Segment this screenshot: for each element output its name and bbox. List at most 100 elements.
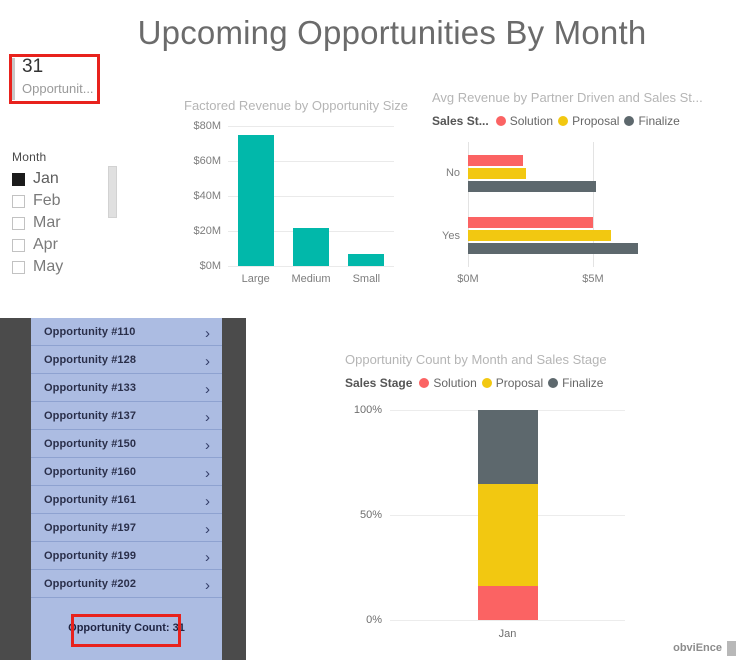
x-axis-tick-label: $5M: [582, 273, 604, 285]
list-item[interactable]: Opportunity #110 ›: [31, 318, 222, 346]
list-item[interactable]: Opportunity #137 ›: [31, 402, 222, 430]
chevron-right-icon[interactable]: ›: [205, 326, 210, 341]
chart-plot-area: $0M $5M No Yes: [442, 142, 693, 285]
y-axis-tick-label: $40M: [193, 190, 221, 202]
legend-label: Solution: [433, 376, 477, 390]
chevron-right-icon[interactable]: ›: [205, 578, 210, 593]
watermark-label: obviEnce: [673, 642, 722, 654]
legend-title: Sales St...: [432, 114, 489, 128]
chevron-right-icon[interactable]: ›: [205, 550, 210, 565]
list-rows-container: Opportunity #110 › Opportunity #128 › Opport…: [31, 318, 222, 660]
bar-medium[interactable]: [293, 227, 329, 266]
list-item[interactable]: Opportunity #161 ›: [31, 486, 222, 514]
month-slicer[interactable]: Month Jan Feb Mar Apr May: [12, 150, 117, 295]
legend-label: Solution: [509, 114, 554, 128]
slicer-item-mar[interactable]: Mar: [12, 212, 117, 234]
legend-color-dot: [624, 116, 635, 126]
opportunity-count-label: Opportunity Count: 31: [68, 622, 185, 634]
chevron-right-icon[interactable]: ›: [205, 494, 210, 509]
list-item[interactable]: Opportunity #202 ›: [31, 570, 222, 598]
bar-yes-solution[interactable]: [468, 217, 593, 229]
slicer-item-feb[interactable]: Feb: [12, 190, 117, 212]
chart-legend[interactable]: Sales St... Solution Proposal Finalize: [432, 114, 680, 128]
legend-item-solution[interactable]: Solution: [495, 114, 554, 128]
y-axis-tick-label: $60M: [193, 155, 221, 167]
legend-label: Finalize: [562, 376, 604, 390]
chevron-right-icon[interactable]: ›: [205, 466, 210, 481]
chevron-right-icon[interactable]: ›: [205, 382, 210, 397]
y-axis-tick-label: $20M: [193, 225, 221, 237]
checkbox-icon[interactable]: [12, 194, 25, 208]
slicer-scrollbar-thumb[interactable]: [108, 166, 117, 218]
legend-item-proposal[interactable]: Proposal: [558, 114, 619, 128]
chart-title: Opportunity Count by Month and Sales Sta…: [345, 352, 607, 367]
slicer-item-label: Jan: [33, 170, 59, 187]
legend-color-dot: [495, 116, 506, 126]
legend-item-proposal[interactable]: Proposal: [481, 376, 544, 390]
opportunity-count-footer: Opportunity Count: 31: [31, 598, 222, 658]
slicer-item-apr[interactable]: Apr: [12, 234, 117, 256]
gridline: [390, 620, 625, 621]
legend-item-finalize[interactable]: Finalize: [548, 376, 603, 390]
chevron-right-icon[interactable]: ›: [205, 410, 210, 425]
bar-no-finalize[interactable]: [468, 180, 596, 192]
checkbox-icon[interactable]: [12, 216, 25, 230]
y-axis-tick-label: 100%: [353, 404, 382, 416]
slicer-item-label: Mar: [33, 214, 61, 231]
slicer-item-label: May: [33, 258, 64, 275]
legend-color-dot: [558, 116, 569, 126]
bar-no-solution[interactable]: [468, 154, 523, 166]
list-scrollbar-panel[interactable]: [222, 318, 246, 660]
bar-yes-finalize[interactable]: [468, 243, 638, 255]
x-axis-tick-label: Large: [241, 273, 270, 285]
checkbox-icon[interactable]: [12, 238, 25, 252]
chart-opportunity-count[interactable]: Opportunity Count by Month and Sales Sta…: [340, 352, 640, 647]
y-axis-tick-label: 0%: [366, 614, 382, 626]
page-title: Upcoming Opportunities By Month: [137, 14, 647, 51]
chevron-right-icon[interactable]: ›: [205, 354, 210, 369]
x-axis-tick-label: Jan: [498, 628, 517, 640]
opportunity-list[interactable]: Opportunity #110 › Opportunity #128 › Opport…: [0, 318, 246, 660]
bar-no-proposal[interactable]: [468, 167, 526, 179]
kpi-value: 31: [22, 56, 44, 77]
bar-yes-proposal[interactable]: [468, 230, 611, 242]
y-axis-category-label: Yes: [442, 229, 460, 242]
legend-color-dot: [548, 378, 559, 388]
kpi-accent-bar: [12, 58, 15, 100]
list-item-label: Opportunity #161: [44, 493, 137, 506]
slicer-item-jan[interactable]: Jan: [12, 168, 117, 190]
kpi-card-opportunities[interactable]: 31 Opportunit...: [12, 56, 96, 102]
chevron-right-icon[interactable]: ›: [205, 438, 210, 453]
legend-item-finalize[interactable]: Finalize: [624, 114, 680, 128]
chart-legend[interactable]: Sales Stage Solution Proposal Finalize: [345, 376, 603, 390]
slicer-scrollbar[interactable]: [108, 166, 117, 218]
stack-segment-proposal[interactable]: [477, 483, 538, 587]
list-left-panel: [0, 318, 31, 660]
slicer-item-may[interactable]: May: [12, 256, 117, 278]
list-item-label: Opportunity #137: [44, 409, 137, 422]
legend-label: Proposal: [495, 376, 544, 390]
bar-large[interactable]: [237, 134, 274, 266]
chevron-right-icon[interactable]: ›: [205, 522, 210, 537]
stack-segment-finalize[interactable]: [477, 410, 538, 484]
list-item[interactable]: Opportunity #128 ›: [31, 346, 222, 374]
checkbox-icon[interactable]: [12, 260, 25, 274]
stack-segment-solution[interactable]: [477, 586, 538, 620]
list-item-label: Opportunity #150: [44, 437, 137, 450]
legend-item-solution[interactable]: Solution: [419, 376, 477, 390]
chart-avg-revenue[interactable]: Avg Revenue by Partner Driven and Sales …: [428, 90, 728, 305]
x-axis-tick-label: Medium: [291, 273, 331, 285]
watermark-square-icon: [727, 641, 736, 656]
stacked-column-jan[interactable]: [477, 410, 538, 620]
list-item[interactable]: Opportunity #197 ›: [31, 514, 222, 542]
chart-title: Factored Revenue by Opportunity Size: [184, 98, 409, 113]
list-item-label: Opportunity #197: [44, 521, 137, 534]
chart-factored-revenue[interactable]: Factored Revenue by Opportunity Size $0M…: [180, 98, 408, 303]
list-item[interactable]: Opportunity #199 ›: [31, 542, 222, 570]
bar-small[interactable]: [348, 253, 385, 266]
list-item[interactable]: Opportunity #160 ›: [31, 458, 222, 486]
list-item[interactable]: Opportunity #150 ›: [31, 430, 222, 458]
y-axis-tick-label: $80M: [193, 120, 221, 132]
checkbox-checked-icon[interactable]: [12, 172, 25, 186]
list-item[interactable]: Opportunity #133 ›: [31, 374, 222, 402]
